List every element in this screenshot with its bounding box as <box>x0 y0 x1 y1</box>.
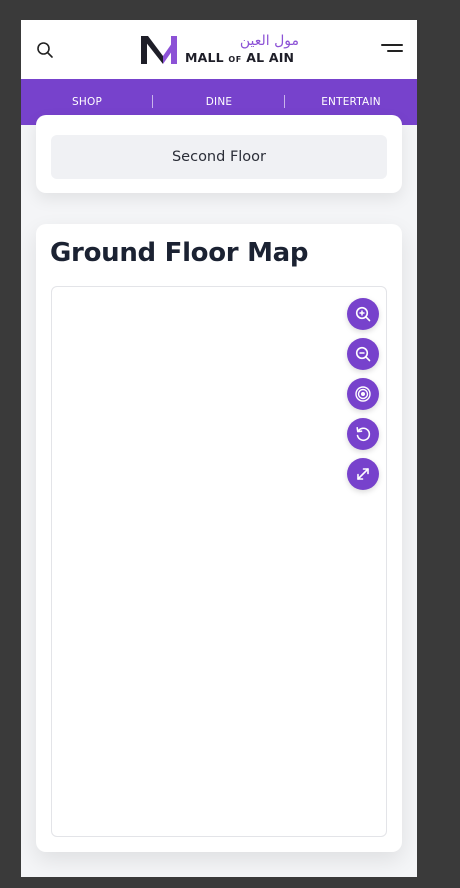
floor-option-button[interactable]: Second Floor <box>51 135 387 179</box>
nav-divider <box>152 95 153 108</box>
menu-button[interactable] <box>379 40 403 56</box>
logo-arabic-text: مول العين <box>239 33 299 49</box>
map-canvas[interactable] <box>51 286 387 837</box>
search-icon <box>37 42 53 58</box>
fullscreen-icon <box>357 468 369 480</box>
zoom-out-button[interactable] <box>347 338 379 370</box>
locate-icon <box>355 386 371 402</box>
nav-divider <box>284 95 285 108</box>
reset-view-button[interactable] <box>347 418 379 450</box>
header: مول العين MALL OF AL AIN <box>21 20 417 79</box>
search-button[interactable] <box>35 40 55 60</box>
app-frame: مول العين MALL OF AL AIN SHOP DINE ENTER… <box>21 20 417 877</box>
logo-latin-text: MALL OF AL AIN <box>185 50 299 68</box>
floor-map-card: Ground Floor Map <box>36 224 402 852</box>
zoom-out-icon <box>355 346 371 362</box>
logo-mark-icon <box>141 36 177 64</box>
logo-latin-alain: AL AIN <box>246 50 295 65</box>
mall-logo[interactable]: مول العين MALL OF AL AIN <box>139 32 299 68</box>
locate-button[interactable] <box>347 378 379 410</box>
zoom-in-icon <box>355 306 371 322</box>
reset-icon <box>356 426 371 442</box>
logo-latin-mall: MALL <box>185 50 224 65</box>
zoom-in-button[interactable] <box>347 298 379 330</box>
fullscreen-button[interactable] <box>347 458 379 490</box>
floor-selector-card: Second Floor <box>36 115 402 193</box>
logo-latin-of: OF <box>228 55 242 64</box>
map-title: Ground Floor Map <box>50 238 309 268</box>
